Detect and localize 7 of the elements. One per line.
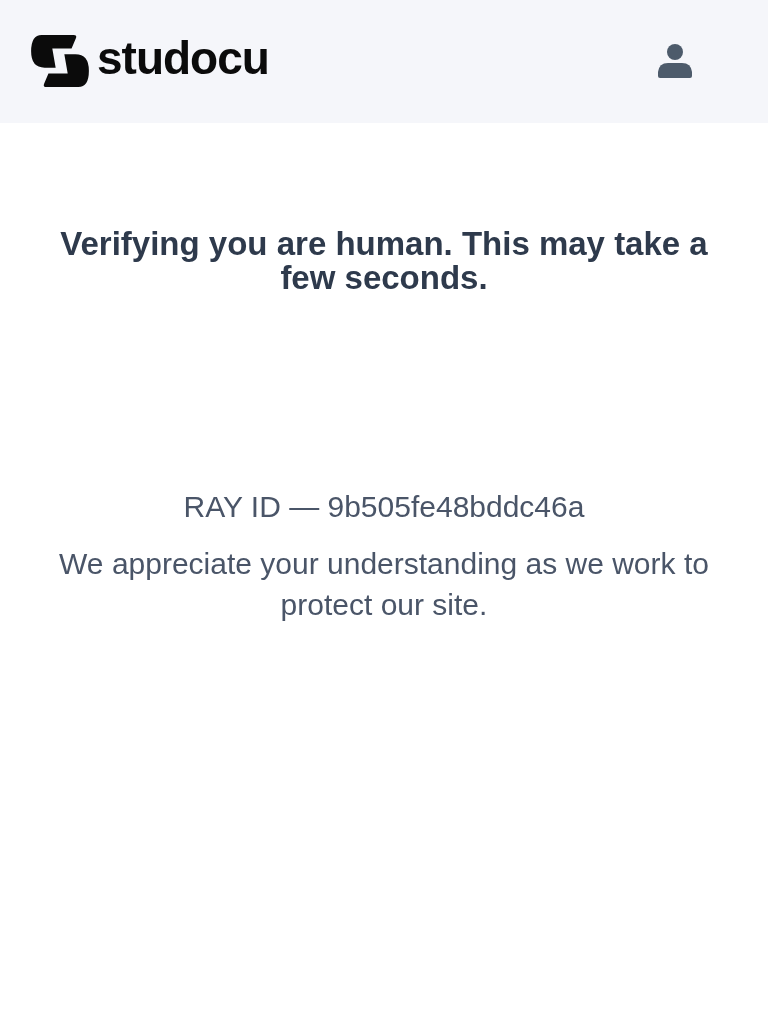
verification-heading: Verifying you are human. This may take a few seconds.: [59, 227, 709, 295]
info-message: We appreciate your understanding as we work to protect our site.: [58, 546, 710, 623]
brand-name: studocu: [97, 34, 269, 81]
user-icon[interactable]: [658, 44, 692, 78]
ray-id-text: RAY ID — 9b505fe48bddc46a: [183, 489, 585, 525]
logo-link[interactable]: studocu: [31, 34, 269, 87]
s-logo-icon: [31, 34, 89, 87]
